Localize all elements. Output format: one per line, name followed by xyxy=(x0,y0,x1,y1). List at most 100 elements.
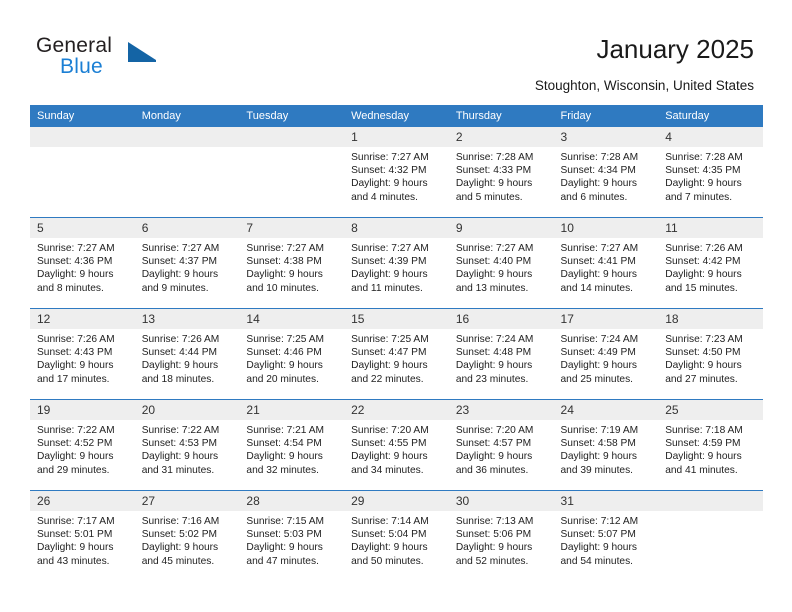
day-number: 6 xyxy=(134,218,240,238)
daylight-duration-line2: and 13 minutes. xyxy=(455,282,529,294)
sunset-time: Sunset: 5:07 PM xyxy=(560,529,636,541)
day-number: 25 xyxy=(658,400,763,420)
day-number xyxy=(30,127,135,147)
sunset-time: Sunset: 4:39 PM xyxy=(351,256,427,268)
calendar-day-cell[interactable]: 1 Sunrise: 7:27 AM Sunset: 4:32 PM Daylight… xyxy=(344,126,449,218)
calendar-day-cell[interactable]: 2 Sunrise: 7:28 AM Sunset: 4:33 PM Daylight… xyxy=(448,126,554,218)
daylight-duration-line2: and 29 minutes. xyxy=(37,464,110,476)
calendar-day-cell[interactable]: 27 Sunrise: 7:16 AM Sunset: 5:02 PM Dayligh… xyxy=(134,490,240,581)
daylight-duration-line2: and 52 minutes. xyxy=(455,555,529,567)
day-number: 15 xyxy=(344,309,449,329)
daylight-duration-line1: Daylight: 9 hours xyxy=(37,451,114,463)
day-number: 13 xyxy=(134,309,240,329)
calendar-day-cell[interactable]: 10 Sunrise: 7:27 AM Sunset: 4:41 PM Dayligh… xyxy=(553,217,659,309)
sunset-time: Sunset: 4:38 PM xyxy=(246,256,322,268)
daylight-duration-line2: and 9 minutes. xyxy=(141,282,209,294)
sunrise-time: Sunrise: 7:15 AM xyxy=(246,516,324,527)
day-sun-info: Sunrise: 7:13 AM Sunset: 5:06 PM Daylight:… xyxy=(449,511,554,568)
daylight-duration-line2: and 34 minutes. xyxy=(351,464,424,476)
weekday-header-tuesday: Tuesday xyxy=(239,105,345,127)
daylight-duration-line2: and 39 minutes. xyxy=(560,464,634,476)
day-sun-info: Sunrise: 7:21 AM Sunset: 4:54 PM Daylight:… xyxy=(239,420,344,477)
calendar-day-cell[interactable]: 11 Sunrise: 7:26 AM Sunset: 4:42 PM Dayligh… xyxy=(658,217,763,309)
day-number: 27 xyxy=(134,491,240,511)
sunset-time: Sunset: 4:33 PM xyxy=(455,165,532,177)
day-number: 19 xyxy=(30,400,135,420)
daylight-duration-line2: and 45 minutes. xyxy=(141,555,215,567)
sunset-time: Sunset: 4:52 PM xyxy=(37,438,113,450)
calendar-page: General Blue January 2025 Stoughton, Wis… xyxy=(0,0,792,612)
day-sun-info: Sunrise: 7:27 AM Sunset: 4:32 PM Daylight:… xyxy=(344,147,449,204)
calendar-day-cell[interactable]: 12 Sunrise: 7:26 AM Sunset: 4:43 PM Dayligh… xyxy=(30,308,135,400)
day-sun-info: Sunrise: 7:25 AM Sunset: 4:46 PM Daylight:… xyxy=(239,329,344,386)
daylight-duration-line2: and 27 minutes. xyxy=(665,373,738,385)
sunset-time: Sunset: 4:34 PM xyxy=(560,165,636,177)
sunset-time: Sunset: 4:35 PM xyxy=(665,165,741,177)
calendar-day-cell[interactable]: 26 Sunrise: 7:17 AM Sunset: 5:01 PM Dayligh… xyxy=(30,490,135,581)
calendar-day-cell[interactable]: 29 Sunrise: 7:14 AM Sunset: 5:04 PM Dayligh… xyxy=(344,490,449,581)
calendar-day-cell-empty xyxy=(239,126,345,218)
calendar-day-cell[interactable]: 13 Sunrise: 7:26 AM Sunset: 4:44 PM Dayligh… xyxy=(134,308,240,400)
day-sun-info: Sunrise: 7:27 AM Sunset: 4:39 PM Daylight:… xyxy=(344,238,449,295)
sunrise-time: Sunrise: 7:27 AM xyxy=(246,243,324,254)
sunset-time: Sunset: 5:03 PM xyxy=(246,529,322,541)
calendar-day-cell[interactable]: 8 Sunrise: 7:27 AM Sunset: 4:39 PM Daylight… xyxy=(344,217,449,309)
calendar-day-cell[interactable]: 19 Sunrise: 7:22 AM Sunset: 4:52 PM Dayligh… xyxy=(30,399,135,491)
sunrise-time: Sunrise: 7:24 AM xyxy=(455,334,534,345)
generalblue-logo[interactable]: General Blue xyxy=(36,34,216,84)
daylight-duration-line1: Daylight: 9 hours xyxy=(351,360,428,372)
calendar-day-cell[interactable]: 21 Sunrise: 7:21 AM Sunset: 4:54 PM Dayligh… xyxy=(239,399,345,491)
calendar-day-cell[interactable]: 25 Sunrise: 7:18 AM Sunset: 4:59 PM Dayligh… xyxy=(658,399,763,491)
calendar-day-cell[interactable]: 4 Sunrise: 7:28 AM Sunset: 4:35 PM Daylight… xyxy=(658,126,763,218)
daylight-duration-line1: Daylight: 9 hours xyxy=(560,178,637,190)
weekday-header-wednesday: Wednesday xyxy=(344,105,449,127)
sunrise-time: Sunrise: 7:20 AM xyxy=(455,425,534,436)
sunset-time: Sunset: 4:43 PM xyxy=(37,347,113,359)
calendar-day-cell[interactable]: 9 Sunrise: 7:27 AM Sunset: 4:40 PM Daylight… xyxy=(448,217,554,309)
calendar-day-cell[interactable]: 5 Sunrise: 7:27 AM Sunset: 4:36 PM Daylight… xyxy=(30,217,135,309)
sunset-time: Sunset: 4:53 PM xyxy=(141,438,218,450)
sunrise-time: Sunrise: 7:22 AM xyxy=(141,425,220,436)
sunrise-time: Sunrise: 7:27 AM xyxy=(141,243,220,254)
calendar-day-cell[interactable]: 31 Sunrise: 7:12 AM Sunset: 5:07 PM Dayligh… xyxy=(553,490,659,581)
day-number: 23 xyxy=(448,400,554,420)
daylight-duration-line2: and 20 minutes. xyxy=(246,373,319,385)
calendar-day-cell[interactable]: 7 Sunrise: 7:27 AM Sunset: 4:38 PM Daylight… xyxy=(239,217,345,309)
calendar-day-cell[interactable]: 15 Sunrise: 7:25 AM Sunset: 4:47 PM Dayligh… xyxy=(344,308,449,400)
daylight-duration-line2: and 54 minutes. xyxy=(560,555,634,567)
daylight-duration-line2: and 36 minutes. xyxy=(455,464,529,476)
day-sun-info: Sunrise: 7:26 AM Sunset: 4:44 PM Daylight:… xyxy=(135,329,240,386)
calendar-day-cell[interactable]: 30 Sunrise: 7:13 AM Sunset: 5:06 PM Dayligh… xyxy=(448,490,554,581)
calendar-day-cell[interactable]: 14 Sunrise: 7:25 AM Sunset: 4:46 PM Dayligh… xyxy=(239,308,345,400)
sunrise-time: Sunrise: 7:26 AM xyxy=(665,243,743,254)
daylight-duration-line2: and 6 minutes. xyxy=(560,191,628,203)
calendar-day-cell[interactable]: 16 Sunrise: 7:24 AM Sunset: 4:48 PM Dayligh… xyxy=(448,308,554,400)
day-number: 7 xyxy=(239,218,345,238)
daylight-duration-line1: Daylight: 9 hours xyxy=(351,269,428,281)
daylight-duration-line1: Daylight: 9 hours xyxy=(37,360,114,372)
sunrise-time: Sunrise: 7:26 AM xyxy=(37,334,115,345)
day-sun-info: Sunrise: 7:28 AM Sunset: 4:35 PM Daylight:… xyxy=(658,147,763,204)
calendar-day-cell[interactable]: 24 Sunrise: 7:19 AM Sunset: 4:58 PM Dayligh… xyxy=(553,399,659,491)
daylight-duration-line1: Daylight: 9 hours xyxy=(246,451,323,463)
day-sun-info: Sunrise: 7:25 AM Sunset: 4:47 PM Daylight:… xyxy=(344,329,449,386)
daylight-duration-line2: and 32 minutes. xyxy=(246,464,319,476)
daylight-duration-line1: Daylight: 9 hours xyxy=(455,360,533,372)
calendar-day-cell[interactable]: 28 Sunrise: 7:15 AM Sunset: 5:03 PM Dayligh… xyxy=(239,490,345,581)
calendar-day-cell[interactable]: 17 Sunrise: 7:24 AM Sunset: 4:49 PM Dayligh… xyxy=(553,308,659,400)
logo-underline-bar xyxy=(128,60,156,62)
daylight-duration-line1: Daylight: 9 hours xyxy=(351,451,428,463)
day-sun-info: Sunrise: 7:20 AM Sunset: 4:57 PM Daylight:… xyxy=(449,420,554,477)
calendar-day-cell[interactable]: 22 Sunrise: 7:20 AM Sunset: 4:55 PM Dayligh… xyxy=(344,399,449,491)
calendar-day-cell[interactable]: 18 Sunrise: 7:23 AM Sunset: 4:50 PM Dayligh… xyxy=(658,308,763,400)
sunset-time: Sunset: 4:59 PM xyxy=(665,438,741,450)
sunset-time: Sunset: 5:01 PM xyxy=(37,529,113,541)
daylight-duration-line1: Daylight: 9 hours xyxy=(560,269,637,281)
calendar-day-cell[interactable]: 6 Sunrise: 7:27 AM Sunset: 4:37 PM Daylight… xyxy=(134,217,240,309)
sunrise-time: Sunrise: 7:27 AM xyxy=(37,243,115,254)
calendar-day-cell[interactable]: 3 Sunrise: 7:28 AM Sunset: 4:34 PM Daylight… xyxy=(553,126,659,218)
sunrise-time: Sunrise: 7:27 AM xyxy=(560,243,639,254)
calendar-day-cell[interactable]: 23 Sunrise: 7:20 AM Sunset: 4:57 PM Dayligh… xyxy=(448,399,554,491)
sunset-time: Sunset: 5:04 PM xyxy=(351,529,427,541)
calendar-day-cell[interactable]: 20 Sunrise: 7:22 AM Sunset: 4:53 PM Dayligh… xyxy=(134,399,240,491)
